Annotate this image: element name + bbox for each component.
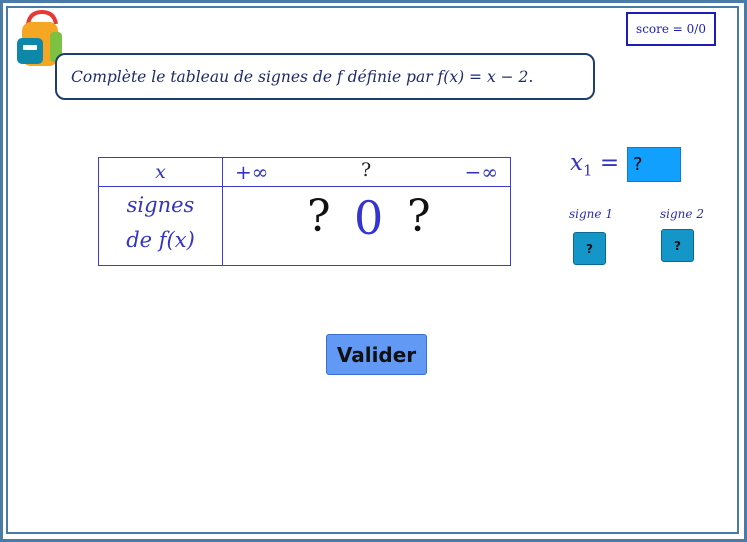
plus-infinity: +∞ bbox=[235, 160, 269, 184]
minus-infinity: −∞ bbox=[464, 160, 498, 184]
root-label-eq: = bbox=[592, 150, 620, 176]
sign2-label: signe 2 bbox=[660, 207, 704, 221]
sign-table: x +∞ ? −∞ signes de f(x) ? 0 ? bbox=[98, 157, 511, 266]
sign2-button[interactable]: ? bbox=[661, 229, 694, 262]
root-input[interactable]: ? bbox=[627, 147, 681, 182]
signs-row: ? 0 ? bbox=[223, 187, 510, 265]
root-placeholder: ? bbox=[361, 159, 372, 181]
signs-label-line1: signes bbox=[126, 193, 195, 217]
sign1-button[interactable]: ? bbox=[573, 232, 606, 265]
signs-row-label: signes de f(x) bbox=[99, 187, 223, 265]
root-label-sub: 1 bbox=[582, 161, 593, 180]
x-values-row: +∞ ? −∞ bbox=[223, 158, 510, 187]
zero-value: 0 bbox=[354, 191, 384, 245]
instruction-box: Complète le tableau de signes de f défin… bbox=[55, 53, 595, 100]
validate-button[interactable]: Valider bbox=[326, 334, 427, 375]
root-label-var: x bbox=[570, 150, 583, 176]
root-label: x1 = bbox=[570, 150, 619, 180]
score-display: score = 0/0 bbox=[626, 12, 716, 46]
x-header: x bbox=[99, 158, 223, 187]
signs-label-line2: de f(x) bbox=[126, 228, 195, 252]
sign1-label: signe 1 bbox=[569, 207, 613, 221]
sign-left: ? bbox=[307, 191, 331, 242]
sign-right: ? bbox=[407, 191, 431, 242]
